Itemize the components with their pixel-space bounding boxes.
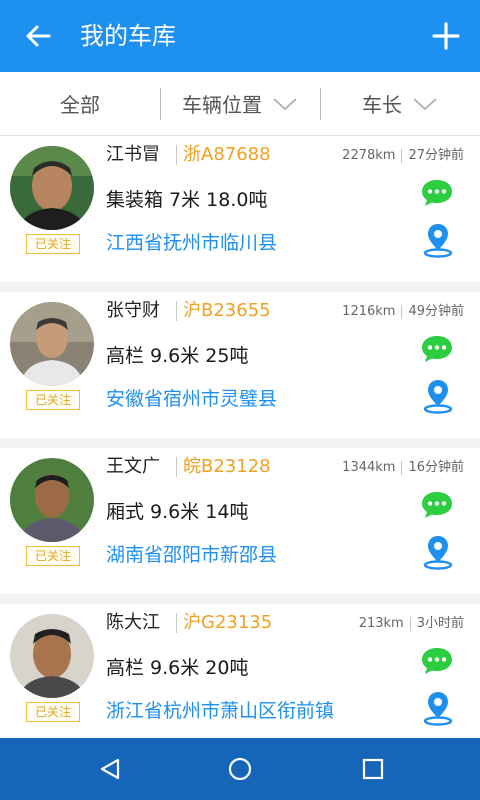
divider	[320, 88, 321, 120]
followed-badge: 已关注	[26, 234, 80, 254]
divider	[176, 301, 177, 321]
vehicle-spec: 高栏 9.6米 25吨	[106, 345, 249, 367]
divider	[176, 613, 177, 633]
vehicle-spec: 集装箱 7米 18.0吨	[106, 189, 268, 211]
divider	[176, 145, 177, 165]
system-nav-bar	[0, 738, 480, 800]
chevron-down-icon	[273, 97, 297, 110]
avatar	[10, 614, 94, 698]
avatar	[10, 146, 94, 230]
plate-number: 皖B23128	[183, 456, 271, 477]
divider	[409, 617, 411, 631]
chevron-down-icon	[413, 97, 437, 110]
distance: 213km	[358, 616, 404, 631]
divider	[176, 457, 177, 477]
divider	[160, 88, 161, 120]
vehicle-location[interactable]: 安徽省宿州市灵璧县	[106, 387, 277, 411]
location-button[interactable]	[422, 222, 454, 258]
location-button[interactable]	[422, 690, 454, 726]
distance-time: 2278km 27分钟前	[342, 147, 464, 165]
driver-photo-icon	[10, 146, 94, 230]
plate-number: 浙A87688	[183, 144, 271, 165]
chat-icon	[422, 648, 452, 674]
location-pin-icon	[423, 536, 453, 570]
chat-button[interactable]	[420, 178, 454, 208]
update-time: 3小时前	[416, 616, 464, 631]
square-recents-icon	[362, 758, 384, 780]
vehicle-card[interactable]: 已关注 张守财 沪B23655 1216km 49分钟前 高栏 9.6米 25吨…	[0, 292, 480, 438]
back-button[interactable]	[20, 18, 56, 54]
filter-length-label: 车长	[362, 93, 402, 117]
update-time: 16分钟前	[408, 460, 464, 475]
driver-name: 张守财	[106, 300, 160, 321]
driver-photo-icon	[10, 458, 94, 542]
followed-badge: 已关注	[26, 546, 80, 566]
chat-button[interactable]	[420, 334, 454, 364]
vehicle-location[interactable]: 浙江省杭州市萧山区衔前镇	[106, 699, 334, 723]
distance: 2278km	[342, 148, 396, 163]
vehicle-card[interactable]: 已关注 王文广 皖B23128 1344km 16分钟前 厢式 9.6米 14吨…	[0, 448, 480, 594]
vehicle-list[interactable]: 已关注 江书冒 浙A87688 2278km 27分钟前 集装箱 7米 18.0…	[0, 136, 480, 738]
chat-button[interactable]	[420, 490, 454, 520]
location-pin-icon	[423, 224, 453, 258]
chat-icon	[422, 492, 452, 518]
filter-length[interactable]: 车长	[320, 72, 480, 136]
avatar	[10, 302, 94, 386]
chat-button[interactable]	[420, 646, 454, 676]
filter-all[interactable]: 全部	[0, 72, 160, 136]
vehicle-location[interactable]: 江西省抚州市临川县	[106, 231, 277, 255]
location-pin-icon	[423, 380, 453, 414]
vehicle-card[interactable]: 已关注 江书冒 浙A87688 2278km 27分钟前 集装箱 7米 18.0…	[0, 136, 480, 282]
location-button[interactable]	[422, 534, 454, 570]
location-button[interactable]	[422, 378, 454, 414]
app-bar: 我的车库	[0, 0, 480, 72]
chat-icon	[422, 336, 452, 362]
divider	[401, 461, 403, 475]
page-title: 我的车库	[80, 22, 176, 50]
plate-number: 沪B23655	[183, 300, 271, 321]
distance-time: 1216km 49分钟前	[342, 303, 464, 321]
add-vehicle-button[interactable]	[428, 18, 464, 54]
driver-name: 江书冒	[106, 144, 160, 165]
avatar	[10, 458, 94, 542]
arrow-left-icon	[26, 25, 51, 47]
filter-all-label: 全部	[60, 93, 100, 117]
update-time: 27分钟前	[408, 148, 464, 163]
nav-home-button[interactable]	[200, 738, 280, 800]
driver-name: 王文广	[106, 456, 160, 477]
driver-photo-icon	[10, 614, 94, 698]
chat-icon	[422, 180, 452, 206]
followed-badge: 已关注	[26, 390, 80, 410]
vehicle-card[interactable]: 已关注 陈大江 沪G23135 213km 3小时前 高栏 9.6米 20吨 浙…	[0, 604, 480, 738]
filter-location[interactable]: 车辆位置	[160, 72, 320, 136]
distance: 1344km	[342, 460, 396, 475]
nav-recents-button[interactable]	[333, 738, 413, 800]
vehicle-location[interactable]: 湖南省邵阳市新邵县	[106, 543, 277, 567]
filter-bar: 全部 车辆位置 车长	[0, 72, 480, 136]
driver-name: 陈大江	[106, 612, 160, 633]
followed-badge: 已关注	[26, 702, 80, 722]
distance-time: 213km 3小时前	[359, 615, 464, 633]
nav-back-button[interactable]	[70, 738, 150, 800]
triangle-back-icon	[100, 758, 120, 780]
filter-location-label: 车辆位置	[182, 93, 262, 117]
vehicle-spec: 厢式 9.6米 14吨	[106, 501, 249, 523]
driver-photo-icon	[10, 302, 94, 386]
vehicle-spec: 高栏 9.6米 20吨	[106, 657, 249, 679]
location-pin-icon	[423, 692, 453, 726]
plate-number: 沪G23135	[183, 612, 273, 633]
divider	[401, 149, 403, 163]
update-time: 49分钟前	[408, 304, 464, 319]
divider	[401, 305, 403, 319]
distance: 1216km	[342, 304, 396, 319]
plus-icon	[432, 22, 460, 50]
circle-home-icon	[228, 757, 252, 781]
distance-time: 1344km 16分钟前	[342, 459, 464, 477]
